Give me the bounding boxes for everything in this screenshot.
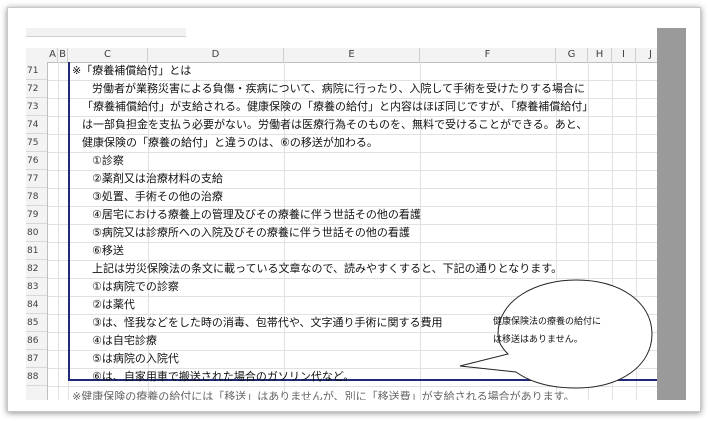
formula-bar-edge [26,28,186,37]
row-header[interactable]: 87 [26,350,47,368]
list-item: ④は自宅診療 [92,334,157,347]
title-line: ※「療養補償給付」とは [72,64,192,77]
callout-text: 健康保険法の療養の給付に は移送はありません。 [493,313,611,349]
row-header[interactable]: 81 [26,242,47,260]
row-header[interactable]: 71 [26,62,47,80]
body-line: 「療養補償給付」が支給される。健康保険の「療養の給付」と内容はほぼ同じですが、「… [82,100,594,113]
column-header-b[interactable]: B [58,48,68,62]
row-header[interactable]: 75 [26,134,47,152]
callout-line-2: は移送はありません。 [493,335,583,345]
list-item: ②薬剤又は治療材料の支給 [92,172,223,185]
row-header[interactable]: 85 [26,314,47,332]
callout-line-1: 健康保険法の療養の給付に [493,317,602,327]
body-line: 労働者が業務災害による負傷・疾病について、病院に行ったり、入院して手術を受けたり… [92,82,586,95]
row-header[interactable]: 73 [26,98,47,116]
list-item: ③処置、手術その他の治療 [92,190,223,203]
list-item: ⑥移送 [92,244,124,257]
column-header-i[interactable]: I [612,48,636,62]
row-header[interactable]: 72 [26,80,47,98]
column-header-a[interactable]: A [48,48,58,62]
row-header[interactable]: 77 [26,170,47,188]
ribbon-strip [26,28,686,49]
body-line: 健康保険の「療養の給付」と違うのは、⑥の移送が加わる。 [82,136,378,149]
column-header-g[interactable]: G [556,48,588,62]
column-header-e[interactable]: E [284,48,420,62]
row-header[interactable]: 82 [26,260,47,278]
screenshot-frame: A B C D E F G H I J 71 72 73 74 75 76 77… [7,7,701,412]
row-header[interactable]: 86 [26,332,47,350]
list-item: ①診察 [92,154,124,167]
list-item: ⑥は、自家用車で搬送された場合のガソリン代など。 [92,370,355,383]
list-item: ⑤病院又は診療所への入院及びその療養に伴う世話その他の看護 [92,226,410,239]
row-header[interactable]: 88 [26,368,47,386]
row-headers: 71 72 73 74 75 76 77 78 79 80 81 82 83 8… [26,62,48,400]
list-item: ①は病院での診察 [92,280,179,293]
scroll-gutter [657,28,686,400]
row-header[interactable]: 74 [26,116,47,134]
list-item: ④居宅における療養上の管理及びその療養に伴う世話その他の看護 [92,208,421,221]
row-header[interactable]: 78 [26,188,47,206]
list-item: ②は薬代 [92,298,135,311]
column-header-f[interactable]: F [420,48,556,62]
list-item: ⑤は病院の入院代 [92,352,179,365]
column-headers: A B C D E F G H I J [26,48,686,63]
row-header[interactable]: 84 [26,296,47,314]
list-item: ③は、怪我などをした時の消毒、包帯代や、文字通り手術に関する費用 [92,316,443,329]
row-header[interactable]: 76 [26,152,47,170]
row-header[interactable]: 80 [26,224,47,242]
column-header-h[interactable]: H [588,48,612,62]
column-header-c[interactable]: C [68,48,148,62]
row-header[interactable]: 79 [26,206,47,224]
column-header-d[interactable]: D [148,48,284,62]
body-line: は一部負担金を支払う必要がない。労働者は医療行為そのものを、無料で受けることがで… [82,118,588,131]
row-header[interactable]: 83 [26,278,47,296]
